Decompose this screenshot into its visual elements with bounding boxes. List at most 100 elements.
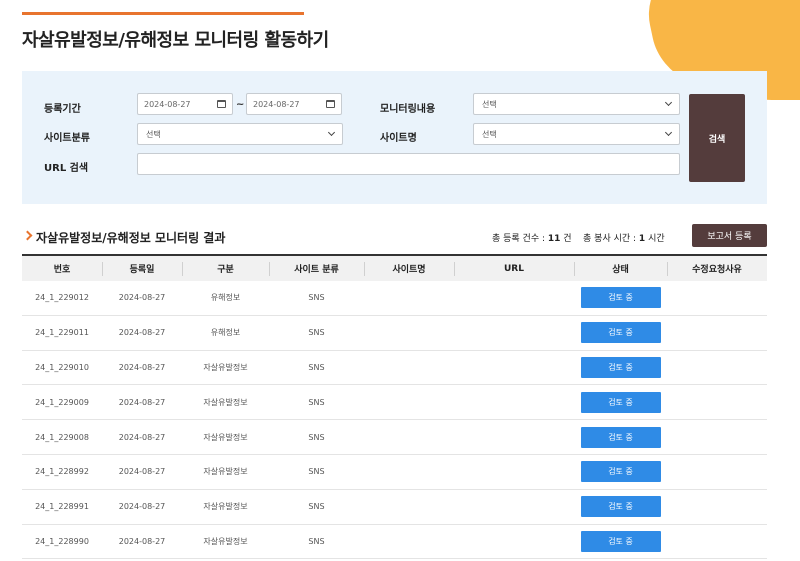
row-url [454,420,574,454]
content-select[interactable]: 선택 [473,93,680,115]
row-date: 2024-08-27 [118,397,166,407]
col-header-date: 등록일 [102,256,182,281]
row-status-cell: 검토 중 [574,281,667,315]
row-url [454,525,574,559]
row-type: 자살유발정보 [203,397,248,407]
row-edit-reason [667,525,767,559]
row-site-name [364,455,454,489]
row-edit-reason [667,351,767,385]
row-status-cell: 검토 중 [574,525,667,559]
status-button[interactable]: 검토 중 [580,530,661,552]
content-select-value: 선택 [482,99,497,109]
chevron-down-icon [327,128,336,137]
status-button[interactable]: 검토 중 [580,287,661,309]
row-edit-reason [667,420,767,454]
row-edit-reason [667,455,767,489]
report-register-button[interactable]: 보고서 등록 [692,224,767,247]
site-name-value: 선택 [482,129,497,139]
total-hours-unit: 시간 [648,234,665,244]
site-category-value: 선택 [146,129,161,139]
date-to-input[interactable]: 2024-08-27 [246,93,342,115]
row-type: 자살유발정보 [203,467,248,477]
status-button[interactable]: 검토 중 [580,426,661,448]
row-url [454,455,574,489]
row-edit-reason [667,281,767,315]
calendar-icon[interactable] [217,100,226,108]
table-row[interactable]: 24_1_229009 2024-08-27 자살유발정보 SNS 검토 중 [22,385,767,421]
row-number: 24_1_229011 [35,328,89,338]
row-url [454,385,574,419]
row-number: 24_1_228990 [35,536,89,546]
row-site-category: SNS [308,502,325,512]
chevron-right-icon [22,230,33,241]
col-header-site-name: 사이트명 [364,256,454,281]
status-button[interactable]: 검토 중 [580,391,661,413]
reg-period-label: 등록기간 [44,104,81,115]
date-to-value: 2024-08-27 [253,99,300,109]
row-date: 2024-08-27 [118,467,166,477]
total-hours-value: 1 [638,234,646,244]
page-title: 자살유발정보/유해정보 모니터링 활동하기 [22,30,329,51]
row-date: 2024-08-27 [118,293,166,303]
row-number: 24_1_229008 [35,432,89,442]
row-site-category: SNS [308,397,325,407]
row-date: 2024-08-27 [118,362,166,372]
table-row[interactable]: 24_1_229010 2024-08-27 자살유발정보 SNS 검토 중 [22,351,767,386]
date-from-value: 2024-08-27 [144,99,191,109]
table-row[interactable]: 24_1_228991 2024-08-27 자살유발정보 SNS 검토 중 [22,490,767,525]
row-site-category: SNS [308,293,325,303]
row-number: 24_1_228991 [35,502,89,512]
total-count-label: 총 등록 건수 : [492,234,546,244]
row-date: 2024-08-27 [118,502,166,512]
search-button[interactable]: 검색 [689,94,745,182]
table-row[interactable]: 24_1_228992 2024-08-27 자살유발정보 SNS 검토 중 [22,455,767,490]
row-type: 자살유발정보 [203,362,248,372]
row-url [454,490,574,524]
row-status-cell: 검토 중 [574,420,667,454]
row-date: 2024-08-27 [118,432,166,442]
url-search-label: URL 검색 [44,163,89,174]
row-status-cell: 검토 중 [574,385,667,419]
row-type: 자살유발정보 [203,502,248,512]
date-from-input[interactable]: 2024-08-27 [137,93,233,115]
total-count-unit: 건 [563,234,572,244]
row-site-category: SNS [308,328,325,338]
row-site-name [364,316,454,350]
chevron-down-icon [664,128,673,137]
row-status-cell: 검토 중 [574,316,667,350]
site-name-label: 사이트명 [380,133,417,144]
table-row[interactable]: 24_1_229008 2024-08-27 자살유발정보 SNS 검토 중 [22,420,767,455]
date-tilde: ~ [236,99,245,110]
row-url [454,281,574,315]
row-number: 24_1_229010 [35,362,89,372]
status-button[interactable]: 검토 중 [580,356,661,378]
row-number: 24_1_229009 [35,397,89,407]
chevron-down-icon [664,98,673,107]
table-row[interactable]: 24_1_229011 2024-08-27 유해정보 SNS 검토 중 [22,316,767,351]
filter-panel: 등록기간 2024-08-27 ~ 2024-08-27 모니터링내용 선택 사… [22,71,767,204]
row-url [454,316,574,350]
row-site-name [364,420,454,454]
status-button[interactable]: 검토 중 [580,461,661,483]
table-row[interactable]: 24_1_229012 2024-08-27 유해정보 SNS 검토 중 [22,281,767,316]
status-button[interactable]: 검토 중 [580,322,661,344]
site-category-label: 사이트분류 [44,133,90,144]
status-button[interactable]: 검토 중 [580,496,661,518]
table-header: 번호 등록일 구분 사이트 분류 사이트명 URL 상태 수정요청사유 [22,254,767,281]
row-status-cell: 검토 중 [574,455,667,489]
site-category-select[interactable]: 선택 [137,123,343,145]
table-row[interactable]: 24_1_228990 2024-08-27 자살유발정보 SNS 검토 중 [22,525,767,560]
row-site-name [364,351,454,385]
url-search-input[interactable] [137,153,680,175]
title-accent-line [22,12,304,15]
results-title: 자살유발정보/유해정보 모니터링 결과 [36,231,226,245]
row-url [454,351,574,385]
row-status-cell: 검토 중 [574,490,667,524]
calendar-icon[interactable] [326,100,335,108]
site-name-select[interactable]: 선택 [473,123,680,145]
row-site-category: SNS [308,536,325,546]
row-date: 2024-08-27 [118,328,166,338]
col-header-edit-reason: 수정요청사유 [667,256,767,281]
col-header-site-category: 사이트 분류 [269,256,364,281]
col-header-status: 상태 [574,256,667,281]
